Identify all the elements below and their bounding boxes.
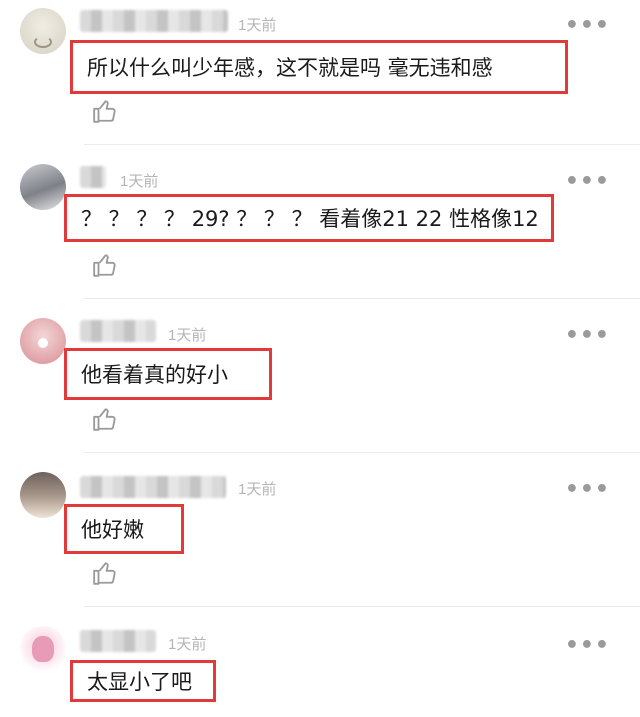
divider bbox=[84, 298, 640, 299]
comment-time: 1天前 bbox=[168, 327, 207, 344]
avatar[interactable] bbox=[20, 626, 66, 672]
username-blurred[interactable] bbox=[80, 10, 228, 32]
comment-text: 所以什么叫少年感，这不就是吗 毫无违和感 bbox=[70, 40, 568, 94]
thumbs-up-icon[interactable] bbox=[92, 252, 118, 278]
more-options-icon[interactable]: ••• bbox=[565, 171, 610, 193]
avatar[interactable] bbox=[20, 472, 66, 518]
thumbs-up-icon[interactable] bbox=[92, 98, 118, 124]
avatar[interactable] bbox=[20, 164, 66, 210]
more-options-icon[interactable]: ••• bbox=[565, 15, 610, 37]
comment-time: 1天前 bbox=[168, 636, 207, 653]
divider bbox=[84, 606, 640, 607]
more-options-icon[interactable]: ••• bbox=[565, 479, 610, 501]
username-blurred[interactable] bbox=[80, 320, 156, 342]
comment-time: 1天前 bbox=[238, 17, 277, 34]
comment-text: ？ ？ ？ ？ 29? ？ ？ ？ 看着像21 22 性格像12 bbox=[64, 194, 554, 242]
comment-time: 1天前 bbox=[238, 481, 277, 498]
avatar[interactable] bbox=[20, 8, 66, 54]
comment-text: 他好嫩 bbox=[64, 504, 184, 554]
divider bbox=[84, 144, 640, 145]
more-options-icon[interactable]: ••• bbox=[565, 635, 610, 657]
comment-text: 他看着真的好小 bbox=[64, 348, 272, 400]
username-blurred[interactable] bbox=[80, 166, 106, 188]
comment-text: 太显小了吧 bbox=[70, 660, 216, 702]
comment-time: 1天前 bbox=[120, 173, 159, 190]
more-options-icon[interactable]: ••• bbox=[565, 325, 610, 347]
thumbs-up-icon[interactable] bbox=[92, 560, 118, 586]
divider bbox=[84, 452, 640, 453]
username-blurred[interactable] bbox=[80, 630, 156, 652]
avatar[interactable] bbox=[20, 318, 66, 364]
thumbs-up-icon[interactable] bbox=[92, 406, 118, 432]
username-blurred[interactable] bbox=[80, 476, 226, 498]
